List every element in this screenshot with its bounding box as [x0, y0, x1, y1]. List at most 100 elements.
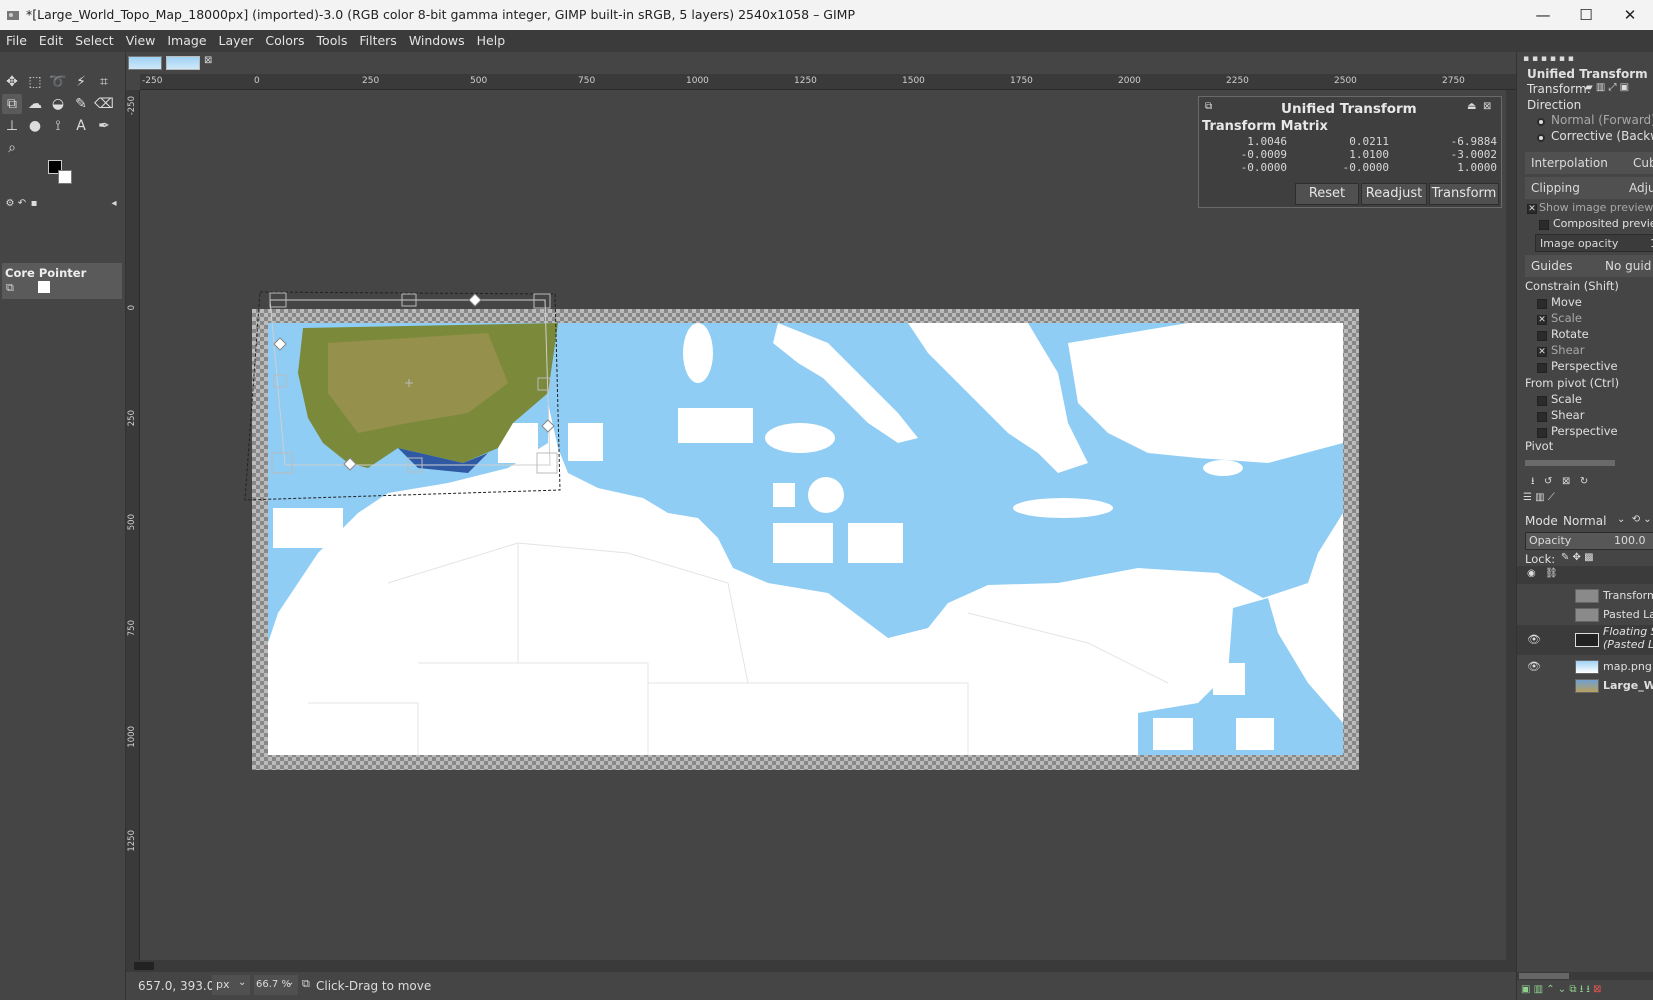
layer-opacity-label: Opacity [1529, 534, 1572, 547]
vertical-ruler[interactable]: -250 0 250 500 750 1000 1250 [126, 90, 140, 960]
layers-tabs-icon[interactable]: ☰ ▥ ⟋ [1523, 492, 1555, 503]
transform-handles[interactable] [240, 290, 570, 510]
horizontal-ruler[interactable]: -250 0 250 500 750 1000 1250 1500 1750 2… [140, 74, 1516, 90]
interpolation-select[interactable]: Interpolation Cub [1525, 152, 1653, 174]
corner-handle[interactable] [536, 452, 558, 474]
close-button[interactable]: ✕ [1610, 4, 1650, 26]
panel-menu-icon[interactable]: ◂ [104, 194, 124, 214]
lock-icons[interactable]: ✎ ✥ ▩ [1561, 552, 1594, 563]
crop-tool-icon[interactable]: ⌗ [94, 72, 114, 92]
side-handle[interactable] [273, 374, 287, 388]
menu-colors[interactable]: Colors [259, 30, 310, 52]
layer-row[interactable]: Large_W [1517, 677, 1653, 695]
layers-scrollbar[interactable] [1517, 972, 1653, 980]
fuzzy-select-tool-icon[interactable]: ⚡ [71, 72, 91, 92]
show-preview-checkbox[interactable]: ✕ [1527, 204, 1537, 214]
layers-footer-icons[interactable]: ▣ ▥ ⌃ ⌄ ⧉ ⭳ ⭳ ⊠ [1521, 982, 1601, 999]
constrain-perspective-checkbox[interactable] [1537, 363, 1547, 373]
smudge-tool-icon[interactable]: ● [25, 116, 45, 136]
shear-handle[interactable] [343, 457, 357, 471]
side-handle[interactable] [537, 377, 551, 391]
constrain-shear-checkbox[interactable]: ✕ [1537, 347, 1547, 357]
bucket-fill-tool-icon[interactable]: ◒ [48, 94, 68, 114]
zoom-tool-icon[interactable]: ⌕ [2, 138, 22, 158]
image-opacity-slider[interactable]: Image opacity 1 [1535, 234, 1653, 252]
rect-select-tool-icon[interactable]: ⬚ [25, 72, 45, 92]
image-tab-thumbnail[interactable] [128, 56, 162, 70]
eye-icon[interactable]: 👁 [1527, 660, 1541, 673]
pivot-perspective-checkbox[interactable] [1537, 428, 1547, 438]
dialog-pin-icon[interactable]: ⏏ [1467, 101, 1476, 112]
composited-preview-checkbox[interactable] [1539, 220, 1549, 230]
reset-button[interactable]: Reset [1295, 183, 1359, 205]
constrain-move-checkbox[interactable] [1537, 299, 1547, 309]
lasso-tool-icon[interactable]: ➰ [48, 72, 68, 92]
map-marker [1213, 663, 1245, 695]
menu-filters[interactable]: Filters [353, 30, 402, 52]
menu-image[interactable]: Image [161, 30, 212, 52]
paths-tool-icon[interactable]: ⟟ [48, 116, 68, 136]
guides-select[interactable]: Guides No guid [1525, 255, 1653, 277]
layer-row-selected[interactable]: 👁 Floating S (Pasted La [1517, 625, 1653, 655]
close-tab-icon[interactable]: ⊠ [204, 55, 212, 66]
menu-layer[interactable]: Layer [213, 30, 260, 52]
shear-handle[interactable] [541, 419, 555, 433]
layer-row[interactable]: 👁 map.png c [1517, 658, 1653, 676]
transform-mode-icons[interactable]: ▰ ▥ ⤢ ▣ [1585, 82, 1629, 93]
transform-button[interactable]: Transform [1429, 183, 1499, 205]
images-tab-icon[interactable]: ▪ [24, 194, 44, 214]
menu-windows[interactable]: Windows [403, 30, 471, 52]
vertical-scrollbar[interactable] [1506, 90, 1516, 960]
dialog-close-icon[interactable]: ⊠ [1483, 101, 1491, 112]
constrain-rotate-checkbox[interactable] [1537, 331, 1547, 341]
menu-select[interactable]: Select [69, 30, 120, 52]
eraser-tool-icon[interactable]: ⌫ [94, 94, 114, 114]
menu-view[interactable]: View [120, 30, 162, 52]
unit-select[interactable]: px ⌄ [212, 975, 250, 995]
menu-help[interactable]: Help [471, 30, 512, 52]
scroll-thumb[interactable] [1519, 973, 1569, 979]
pivot-handle[interactable] [405, 379, 413, 387]
direction-normal-radio[interactable] [1537, 118, 1545, 126]
constrain-scale-checkbox[interactable]: ✕ [1537, 315, 1547, 325]
shear-handle[interactable] [468, 293, 482, 307]
horizontal-scrollbar[interactable] [126, 960, 1516, 972]
mode-value[interactable]: Normal [1563, 514, 1606, 528]
layer-opacity-slider[interactable]: Opacity 100.0 [1525, 532, 1653, 550]
clone-tool-icon[interactable]: ⊥ [2, 116, 22, 136]
chevron-down-icon[interactable]: ⌄ ⟲ ⌄ [1617, 514, 1652, 525]
readjust-button[interactable]: Readjust [1361, 183, 1427, 205]
zoom-select[interactable]: 66.7 % ⌄ [254, 975, 298, 995]
menu-edit[interactable]: Edit [33, 30, 69, 52]
corner-handle[interactable] [533, 293, 551, 309]
layer-row[interactable]: Pasted Lay [1517, 606, 1653, 624]
clipping-select[interactable]: Clipping Adju [1525, 177, 1653, 199]
move-tool-icon[interactable]: ✥ [2, 72, 22, 92]
chevron-down-icon: ⌄ [286, 977, 295, 988]
direction-corrective-radio[interactable] [1537, 134, 1545, 142]
background-color-swatch[interactable] [58, 170, 72, 184]
unified-transform-tool-icon[interactable]: ⧉ [2, 94, 22, 114]
tool-options-scrollbar[interactable] [1525, 460, 1615, 466]
color-picker-tool-icon[interactable]: ✒ [94, 116, 114, 136]
tool-options-footer-icons[interactable]: ⭳ ↺ ⊠ ↻ [1531, 474, 1588, 491]
warp-tool-icon[interactable]: ☁ [25, 94, 45, 114]
menu-tools[interactable]: Tools [311, 30, 354, 52]
text-tool-icon[interactable]: A [71, 116, 91, 136]
image-tab-thumbnail-active[interactable] [166, 56, 200, 70]
core-pointer-panel: Core Pointer ⧉ [2, 263, 122, 299]
image-canvas[interactable] [140, 90, 1516, 960]
scroll-thumb[interactable] [134, 962, 154, 970]
minimize-button[interactable]: — [1523, 4, 1563, 26]
maximize-button[interactable]: ☐ [1566, 4, 1606, 26]
corner-handle[interactable] [271, 452, 293, 474]
paintbrush-tool-icon[interactable]: ✎ [71, 94, 91, 114]
eye-icon[interactable]: 👁 [1527, 633, 1541, 646]
dock-tabs-icon[interactable]: ▪ ▪ ▪ ▪ ▪ ▪ [1523, 54, 1574, 64]
layer-row[interactable]: Transforma [1517, 587, 1653, 605]
shear-handle[interactable] [273, 337, 287, 351]
menu-file[interactable]: File [0, 30, 33, 52]
pivot-scale-checkbox[interactable] [1537, 396, 1547, 406]
core-pointer-color[interactable] [38, 281, 50, 293]
pivot-shear-checkbox[interactable] [1537, 412, 1547, 422]
